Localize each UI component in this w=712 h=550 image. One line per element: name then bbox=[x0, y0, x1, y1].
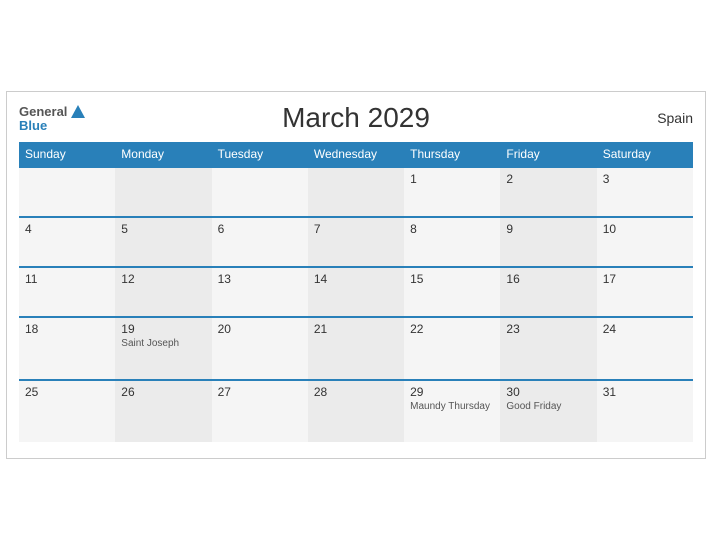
day-number: 13 bbox=[218, 272, 302, 286]
calendar-day-cell: 10 bbox=[597, 217, 693, 267]
weekday-header-saturday: Saturday bbox=[597, 142, 693, 167]
day-number: 15 bbox=[410, 272, 494, 286]
day-number: 30 bbox=[506, 385, 590, 399]
day-number: 16 bbox=[506, 272, 590, 286]
calendar-day-cell: 1 bbox=[404, 167, 500, 217]
day-number: 1 bbox=[410, 172, 494, 186]
week-row-3: 18 19 Saint Joseph 20 21 22 23 24 bbox=[19, 317, 693, 380]
calendar-day-cell: 22 bbox=[404, 317, 500, 380]
calendar-day-cell bbox=[308, 167, 404, 217]
calendar-day-cell: 7 bbox=[308, 217, 404, 267]
week-row-0: 123 bbox=[19, 167, 693, 217]
calendar-day-cell bbox=[212, 167, 308, 217]
day-number: 24 bbox=[603, 322, 687, 336]
calendar-day-cell: 18 bbox=[19, 317, 115, 380]
day-number: 5 bbox=[121, 222, 205, 236]
day-number: 4 bbox=[25, 222, 109, 236]
holiday-label: Good Friday bbox=[506, 401, 590, 412]
calendar-day-cell: 3 bbox=[597, 167, 693, 217]
calendar-day-cell: 15 bbox=[404, 267, 500, 317]
calendar-day-cell: 30 Good Friday bbox=[500, 380, 596, 442]
week-row-4: 25 26 27 28 29 Maundy Thursday 30 Good Friday 31 bbox=[19, 380, 693, 442]
calendar-table: SundayMondayTuesdayWednesdayThursdayFrid… bbox=[19, 142, 693, 442]
weekday-header-monday: Monday bbox=[115, 142, 211, 167]
calendar-day-cell: 8 bbox=[404, 217, 500, 267]
day-number: 29 bbox=[410, 385, 494, 399]
day-number: 11 bbox=[25, 272, 109, 286]
day-number: 31 bbox=[603, 385, 687, 399]
calendar-day-cell: 13 bbox=[212, 267, 308, 317]
logo-line: General bbox=[19, 105, 87, 119]
week-row-1: 456789 10 bbox=[19, 217, 693, 267]
weekday-header-tuesday: Tuesday bbox=[212, 142, 308, 167]
day-number: 26 bbox=[121, 385, 205, 399]
calendar-thead: SundayMondayTuesdayWednesdayThursdayFrid… bbox=[19, 142, 693, 167]
weekday-header-thursday: Thursday bbox=[404, 142, 500, 167]
weekday-header-friday: Friday bbox=[500, 142, 596, 167]
day-number: 10 bbox=[603, 222, 687, 236]
calendar-day-cell bbox=[115, 167, 211, 217]
calendar-day-cell: 31 bbox=[597, 380, 693, 442]
day-number: 8 bbox=[410, 222, 494, 236]
calendar-day-cell: 20 bbox=[212, 317, 308, 380]
day-number: 28 bbox=[314, 385, 398, 399]
weekday-header-row: SundayMondayTuesdayWednesdayThursdayFrid… bbox=[19, 142, 693, 167]
day-number: 27 bbox=[218, 385, 302, 399]
logo-general-text: General bbox=[19, 105, 67, 118]
calendar-day-cell: 19 Saint Joseph bbox=[115, 317, 211, 380]
calendar-day-cell: 4 bbox=[19, 217, 115, 267]
day-number: 23 bbox=[506, 322, 590, 336]
calendar-day-cell: 28 bbox=[308, 380, 404, 442]
day-number: 25 bbox=[25, 385, 109, 399]
calendar-day-cell: 2 bbox=[500, 167, 596, 217]
calendar-day-cell: 12 bbox=[115, 267, 211, 317]
day-number: 2 bbox=[506, 172, 590, 186]
calendar-day-cell: 9 bbox=[500, 217, 596, 267]
calendar-day-cell: 24 bbox=[597, 317, 693, 380]
logo-triangle-icon bbox=[71, 105, 85, 118]
calendar-header: General Blue March 2029 Spain bbox=[19, 102, 693, 134]
calendar-day-cell: 11 bbox=[19, 267, 115, 317]
calendar-day-cell: 5 bbox=[115, 217, 211, 267]
country-label: Spain bbox=[657, 110, 693, 126]
calendar-day-cell: 27 bbox=[212, 380, 308, 442]
day-number: 12 bbox=[121, 272, 205, 286]
logo-blue-text: Blue bbox=[19, 119, 47, 132]
day-number: 18 bbox=[25, 322, 109, 336]
holiday-label: Saint Joseph bbox=[121, 338, 205, 349]
calendar-title: March 2029 bbox=[282, 102, 430, 134]
weekday-header-sunday: Sunday bbox=[19, 142, 115, 167]
day-number: 7 bbox=[314, 222, 398, 236]
calendar-day-cell: 17 bbox=[597, 267, 693, 317]
day-number: 3 bbox=[603, 172, 687, 186]
logo: General Blue bbox=[19, 105, 87, 132]
calendar-day-cell: 29 Maundy Thursday bbox=[404, 380, 500, 442]
day-number: 17 bbox=[603, 272, 687, 286]
day-number: 6 bbox=[218, 222, 302, 236]
calendar-container: General Blue March 2029 Spain SundayMond… bbox=[6, 91, 706, 459]
day-number: 22 bbox=[410, 322, 494, 336]
holiday-label: Maundy Thursday bbox=[410, 401, 494, 412]
calendar-tbody: 12345678910111213141516171819Saint Josep… bbox=[19, 167, 693, 442]
calendar-day-cell: 26 bbox=[115, 380, 211, 442]
calendar-day-cell: 21 bbox=[308, 317, 404, 380]
day-number: 14 bbox=[314, 272, 398, 286]
day-number: 20 bbox=[218, 322, 302, 336]
calendar-day-cell: 16 bbox=[500, 267, 596, 317]
day-number: 21 bbox=[314, 322, 398, 336]
day-number: 9 bbox=[506, 222, 590, 236]
week-row-2: 11 12 13 14 15 16 17 bbox=[19, 267, 693, 317]
calendar-day-cell: 6 bbox=[212, 217, 308, 267]
calendar-day-cell: 25 bbox=[19, 380, 115, 442]
calendar-day-cell bbox=[19, 167, 115, 217]
weekday-header-wednesday: Wednesday bbox=[308, 142, 404, 167]
calendar-day-cell: 14 bbox=[308, 267, 404, 317]
calendar-day-cell: 23 bbox=[500, 317, 596, 380]
day-number: 19 bbox=[121, 322, 205, 336]
